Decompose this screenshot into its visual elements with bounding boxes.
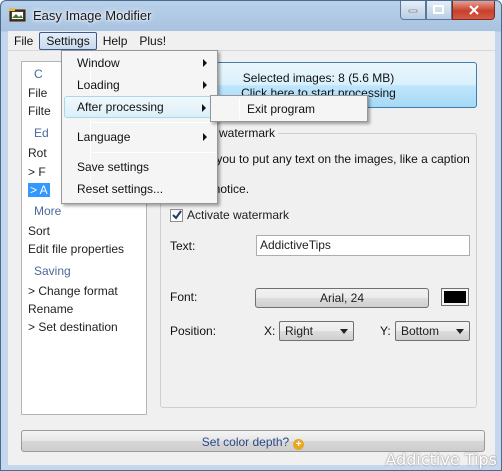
menu-bar: File Settings Help Plus!	[8, 31, 495, 51]
font-color-swatch	[444, 291, 466, 303]
submenu-arrow-icon	[203, 81, 207, 89]
menu-file[interactable]: File	[8, 32, 39, 50]
set-color-depth-label: Set color depth?	[201, 435, 290, 449]
panel-header-convert: C	[34, 67, 43, 81]
after-processing-submenu: Exit program	[210, 95, 368, 122]
font-color-button[interactable]	[441, 288, 469, 306]
group-description: s you to put any text on the images, lik…	[207, 152, 470, 196]
menu-item-label: After processing	[77, 100, 164, 114]
window-title: Easy Image Modifier	[33, 8, 152, 23]
x-position-select[interactable]: Right	[279, 321, 354, 341]
minimize-icon	[408, 9, 418, 13]
activate-watermark-row[interactable]: Activate watermark	[170, 208, 289, 222]
caption-buttons	[400, 1, 495, 21]
menu-item-label: Language	[77, 130, 131, 144]
plus-icon: +	[293, 439, 305, 450]
panel-item-change-format[interactable]: > Change format	[28, 284, 118, 298]
submenu-arrow-icon	[202, 104, 206, 112]
panel-item-add-watermark[interactable]: > A	[28, 183, 50, 197]
panel-header-more: More	[34, 204, 62, 218]
submenu-arrow-icon	[203, 133, 207, 141]
menu-help[interactable]: Help	[97, 32, 134, 50]
panel-item-rotate[interactable]: Rot	[28, 146, 47, 160]
y-label: Y:	[380, 324, 391, 338]
set-color-depth-button[interactable]: Set color depth? +	[21, 430, 485, 452]
maximize-button[interactable]	[426, 1, 452, 20]
menu-item-exit-program[interactable]: Exit program	[213, 98, 365, 120]
position-label: Position:	[170, 324, 217, 338]
close-button[interactable]	[452, 1, 495, 20]
close-icon	[468, 5, 479, 15]
y-position-value: Bottom	[401, 324, 440, 338]
font-button[interactable]: Arial, 24	[255, 288, 429, 308]
panel-header-saving: Saving	[34, 264, 71, 278]
set-color-depth-row: Set color depth? +	[22, 435, 484, 450]
y-position-select[interactable]: Bottom	[395, 321, 470, 341]
maximize-icon	[433, 5, 444, 14]
app-icon	[9, 8, 26, 22]
chevron-down-icon	[340, 329, 348, 334]
panel-item-rename[interactable]: Rename	[28, 302, 73, 316]
panel-item-edit-file-properties[interactable]: Edit file properties	[28, 242, 124, 256]
activate-watermark-checkbox[interactable]	[170, 208, 183, 222]
menu-item-language[interactable]: Language	[64, 126, 215, 148]
menu-item-window[interactable]: Window	[64, 52, 215, 74]
x-position-value: Right	[285, 324, 314, 338]
menu-plus[interactable]: Plus!	[133, 32, 172, 50]
menu-item-after-processing[interactable]: After processing	[64, 96, 215, 118]
menu-item-label: Loading	[77, 78, 120, 92]
panel-item-set-destination[interactable]: > Set destination	[28, 320, 118, 334]
title-bar[interactable]: Easy Image Modifier	[1, 1, 501, 31]
settings-menu: Window Loading After processing Language…	[61, 50, 218, 204]
watermark-text-input[interactable]: AddictiveTips	[256, 235, 470, 256]
menu-item-save-settings[interactable]: Save settings	[64, 156, 215, 178]
menu-separator	[92, 152, 215, 153]
minimize-button[interactable]	[400, 1, 426, 20]
site-watermark: Addictive Tips	[385, 450, 497, 469]
panel-item-filter[interactable]: Filte	[28, 104, 51, 118]
submenu-arrow-icon	[203, 59, 207, 67]
checkmark-icon	[171, 210, 182, 220]
activate-watermark-label: Activate watermark	[187, 208, 290, 222]
panel-item-f[interactable]: > F	[28, 165, 46, 179]
font-label: Font:	[170, 290, 198, 304]
x-label: X:	[264, 324, 276, 338]
menu-item-loading[interactable]: Loading	[64, 74, 215, 96]
menu-settings[interactable]: Settings	[39, 31, 97, 50]
menu-item-reset-settings[interactable]: Reset settings...	[64, 178, 215, 200]
text-label: Text:	[170, 239, 196, 253]
menu-separator	[92, 122, 215, 123]
panel-item-file[interactable]: File	[28, 86, 47, 100]
menu-item-label: Window	[77, 56, 120, 70]
panel-item-sort[interactable]: Sort	[28, 224, 50, 238]
chevron-down-icon	[456, 329, 464, 334]
panel-header-edit: Ed	[34, 126, 49, 140]
